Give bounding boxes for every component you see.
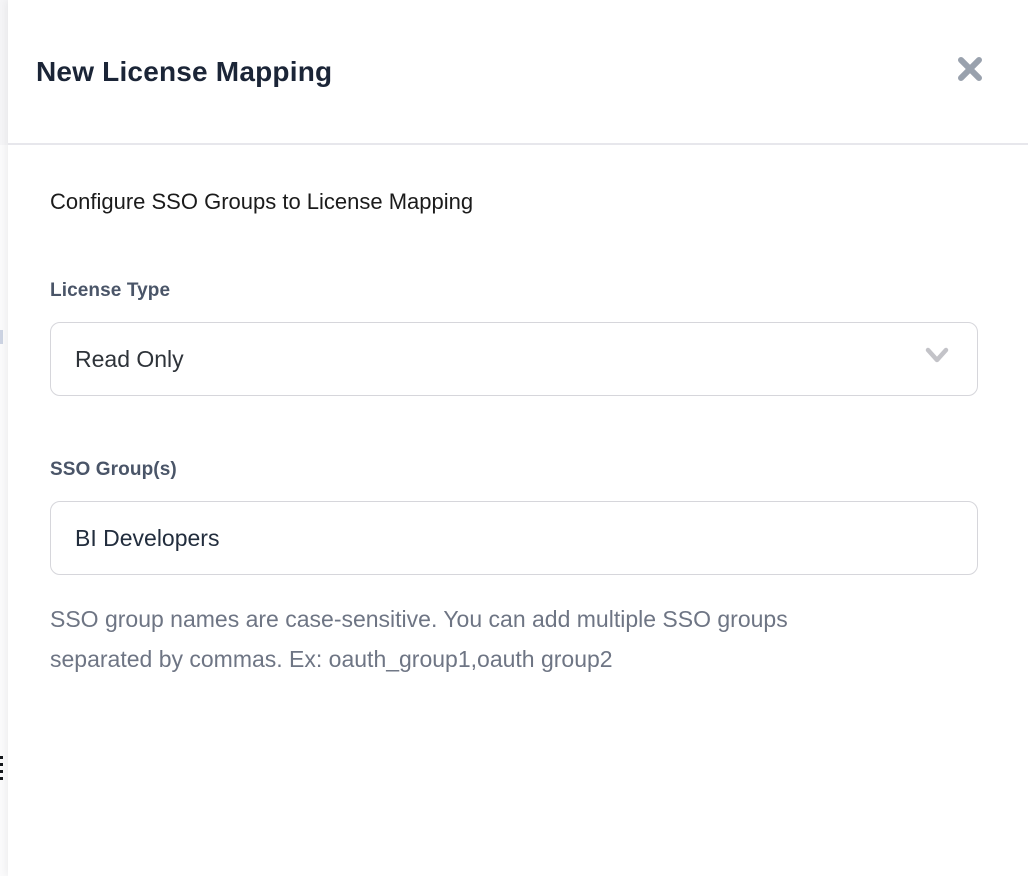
close-icon	[956, 55, 984, 86]
modal-title: New License Mapping	[36, 56, 332, 88]
sso-groups-help-line1: SSO group names are case-sensitive. You …	[50, 599, 978, 639]
page: New License Mapping Configure SSO Groups…	[0, 0, 1028, 876]
background-page-sliver-top	[0, 0, 8, 145]
modal-description: Configure SSO Groups to License Mapping	[50, 187, 978, 217]
license-type-select[interactable]: Read Only	[50, 322, 978, 396]
sso-groups-help-line2: separated by commas. Ex: oauth_group1,oa…	[50, 639, 978, 679]
modal-header: New License Mapping	[8, 0, 1028, 145]
license-type-selected-value: Read Only	[75, 346, 184, 373]
close-button[interactable]	[950, 50, 990, 90]
license-type-label: License Type	[50, 279, 978, 303]
chevron-down-icon	[921, 345, 953, 373]
sso-groups-label: SSO Group(s)	[50, 458, 978, 482]
clipped-page-fragment	[0, 330, 3, 344]
new-license-mapping-modal: New License Mapping Configure SSO Groups…	[8, 0, 1028, 876]
modal-body: Configure SSO Groups to License Mapping …	[8, 145, 1028, 679]
sso-groups-input[interactable]	[50, 501, 978, 575]
sso-groups-help-text: SSO group names are case-sensitive. You …	[50, 599, 978, 679]
background-page-sliver	[0, 0, 8, 876]
clipped-list-icon	[0, 756, 3, 784]
